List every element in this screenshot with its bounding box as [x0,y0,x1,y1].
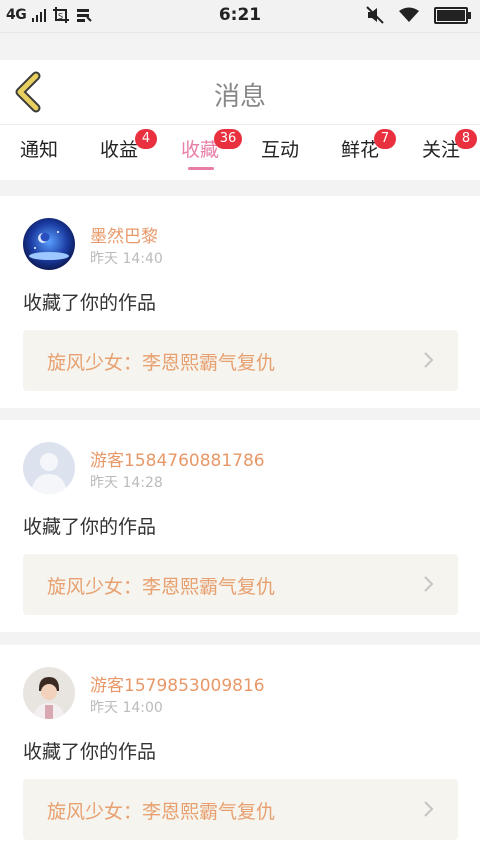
tab-favorites[interactable]: 收藏 36 [170,129,242,170]
tab-badge: 7 [374,129,396,149]
tab-label: 关注 [421,139,460,161]
page-title: 消息 [213,82,266,112]
work-title: 旋风少女：李恩熙霸气复仇 [47,801,276,823]
work-title: 旋风少女：李恩熙霸气复仇 [47,352,276,374]
tab-earnings[interactable]: 收益 4 [89,129,157,162]
work-link[interactable]: 旋风少女：李恩熙霸气复仇 [23,554,458,615]
work-link[interactable]: 旋风少女：李恩熙霸气复仇 [23,779,458,840]
tab-label: 收藏 [180,139,219,161]
message-time: 昨天 14:28 [90,475,163,491]
app-header: 消息 [0,60,480,124]
wifi-icon [399,7,419,22]
message-text: 收藏了你的作品 [23,741,157,763]
avatar[interactable] [23,218,75,270]
message-text: 收藏了你的作品 [23,516,157,538]
tab-label: 通知 [19,139,58,161]
work-link[interactable]: 旋风少女：李恩熙霸气复仇 [23,330,458,391]
tab-notifications[interactable]: 通知 [9,135,69,162]
username[interactable]: 游客1579853009816 [90,671,265,696]
chevron-right-icon [424,576,434,592]
message-time: 昨天 14:40 [90,251,163,267]
active-tab-indicator [188,167,214,170]
tab-label: 互动 [260,139,299,161]
tab-bar: 通知 收益 4 收藏 36 互动 鲜花 7 关注 8 [0,124,480,180]
tab-label: 鲜花 [340,139,379,161]
tab-badge: 36 [214,129,242,149]
tab-interactions[interactable]: 互动 [250,135,310,162]
tab-badge: 4 [135,129,157,149]
message-time: 昨天 14:00 [90,700,163,716]
status-bar: 4G S 6:21 [0,0,480,33]
username[interactable]: 墨然巴黎 [90,222,158,247]
username[interactable]: 游客1584760881786 [90,446,265,471]
tab-badge: 8 [455,129,477,149]
battery-icon [434,6,471,24]
tab-flowers[interactable]: 鲜花 7 [330,129,396,162]
avatar[interactable] [23,667,75,719]
mute-icon [366,6,384,24]
work-title: 旋风少女：李恩熙霸气复仇 [47,576,276,598]
message-card: 游客1584760881786 昨天 14:28 收藏了你的作品 旋风少女：李恩… [0,420,480,632]
tab-following[interactable]: 关注 8 [411,129,477,162]
avatar[interactable] [23,442,75,494]
message-text: 收藏了你的作品 [23,292,157,314]
chevron-right-icon [424,352,434,368]
tab-label: 收益 [99,139,138,161]
message-card: 游客1579853009816 昨天 14:00 收藏了你的作品 旋风少女：李恩… [0,645,480,857]
message-card: 墨然巴黎 昨天 14:40 收藏了你的作品 旋风少女：李恩熙霸气复仇 [0,196,480,408]
chevron-right-icon [424,801,434,817]
